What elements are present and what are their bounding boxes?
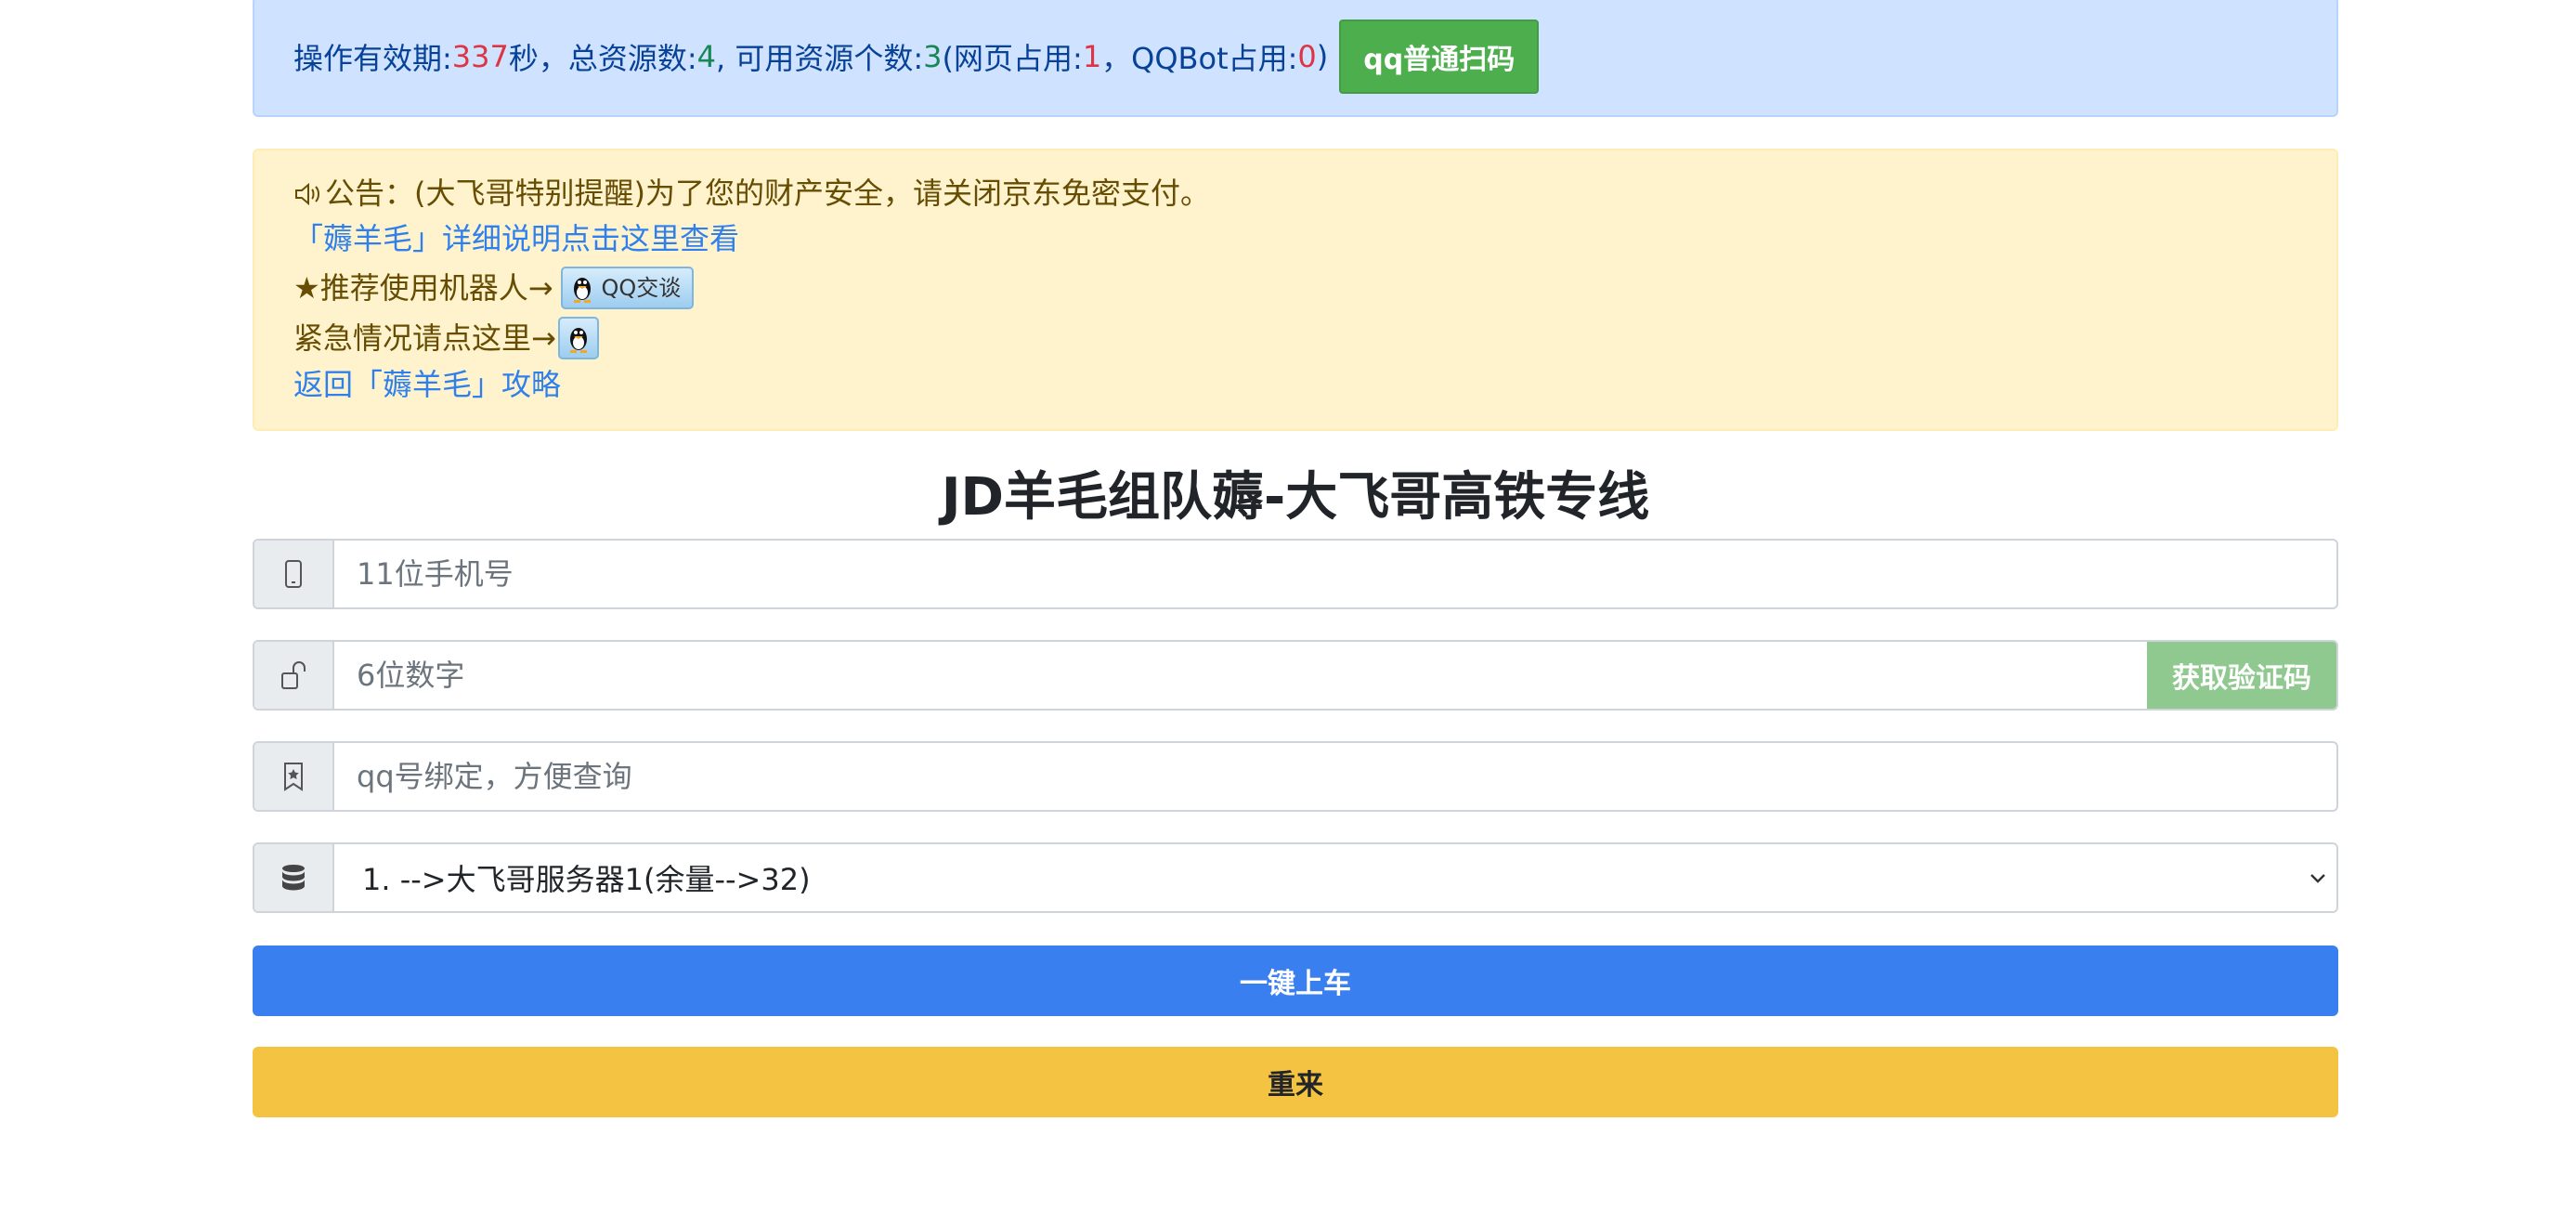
status-total: 4 bbox=[696, 39, 717, 74]
code-group: 获取验证码 bbox=[253, 640, 2338, 711]
phone-input[interactable] bbox=[334, 541, 2336, 607]
emergency-row: 紧急情况请点这里→ bbox=[293, 314, 2336, 362]
submit-button[interactable]: 一键上车 bbox=[253, 946, 2338, 1016]
database-addon bbox=[254, 844, 334, 911]
phone-addon bbox=[254, 541, 334, 607]
reset-button[interactable]: 重来 bbox=[253, 1047, 2338, 1117]
qq-penguin-icon bbox=[569, 328, 587, 353]
get-code-button[interactable]: 获取验证码 bbox=[2147, 642, 2336, 709]
bookmark-addon bbox=[254, 743, 334, 810]
bookmark-star-icon bbox=[284, 763, 303, 791]
chevron-down-icon[interactable] bbox=[2299, 844, 2336, 911]
qq-chat-label: QQ交谈 bbox=[601, 274, 682, 301]
emergency-text: 紧急情况请点这里→ bbox=[293, 320, 556, 356]
qq-emergency-button[interactable] bbox=[557, 317, 599, 359]
status-web: 1 bbox=[1082, 39, 1102, 74]
lock-addon bbox=[254, 642, 334, 709]
page-title: JD羊毛组队薅-大飞哥高铁专线 bbox=[941, 467, 1650, 528]
server-select[interactable]: 1. -->大飞哥服务器1(余量-->32) bbox=[334, 844, 2299, 911]
status-available-label: , 可用资源个数: bbox=[716, 41, 924, 76]
server-group: 1. -->大飞哥服务器1(余量-->32) bbox=[253, 842, 2338, 913]
status-prefix: 操作有效期: bbox=[293, 41, 452, 76]
code-input[interactable] bbox=[334, 642, 2147, 709]
status-total-label: 秒，总资源数: bbox=[508, 41, 697, 76]
status-web-label: (网页占用: bbox=[942, 41, 1083, 76]
notice-alert: 公告：(大飞哥特别提醒)为了您的财产安全，请关闭京东免密支付。 「薅羊毛」详细说… bbox=[253, 149, 2338, 431]
phone-group bbox=[253, 539, 2338, 609]
status-close: ) bbox=[1316, 39, 1329, 74]
status-seconds: 337 bbox=[451, 39, 509, 74]
status-bot: 0 bbox=[1297, 39, 1317, 74]
status-bot-label: ，QQBot占用: bbox=[1101, 41, 1298, 76]
detail-link[interactable]: 「薅羊毛」详细说明点击这里查看 bbox=[293, 216, 739, 262]
status-alert: 操作有效期: 337 秒，总资源数: 4 , 可用资源个数: 3 (网页占用: … bbox=[253, 0, 2338, 117]
qq-group bbox=[253, 741, 2338, 812]
database-icon bbox=[282, 865, 305, 891]
announcement-row: 公告：(大飞哥特别提醒)为了您的财产安全，请关闭京东免密支付。 bbox=[293, 171, 2336, 216]
status-available: 3 bbox=[923, 39, 943, 74]
qq-penguin-icon bbox=[573, 278, 591, 303]
announcement-text: 公告：(大飞哥特别提醒)为了您的财产安全，请关闭京东免密支付。 bbox=[325, 176, 1210, 211]
qq-input[interactable] bbox=[334, 743, 2336, 810]
qq-scan-button[interactable]: qq普通扫码 bbox=[1339, 20, 1540, 94]
back-link[interactable]: 返回「薅羊毛」攻略 bbox=[293, 362, 561, 408]
unlock-icon bbox=[281, 661, 306, 689]
qq-chat-button[interactable]: QQ交谈 bbox=[560, 267, 695, 309]
robot-text: ★推荐使用机器人→ bbox=[293, 269, 553, 306]
robot-row: ★推荐使用机器人→ QQ交谈 bbox=[293, 262, 2336, 314]
speaker-icon bbox=[295, 182, 319, 205]
phone-icon bbox=[285, 560, 302, 588]
